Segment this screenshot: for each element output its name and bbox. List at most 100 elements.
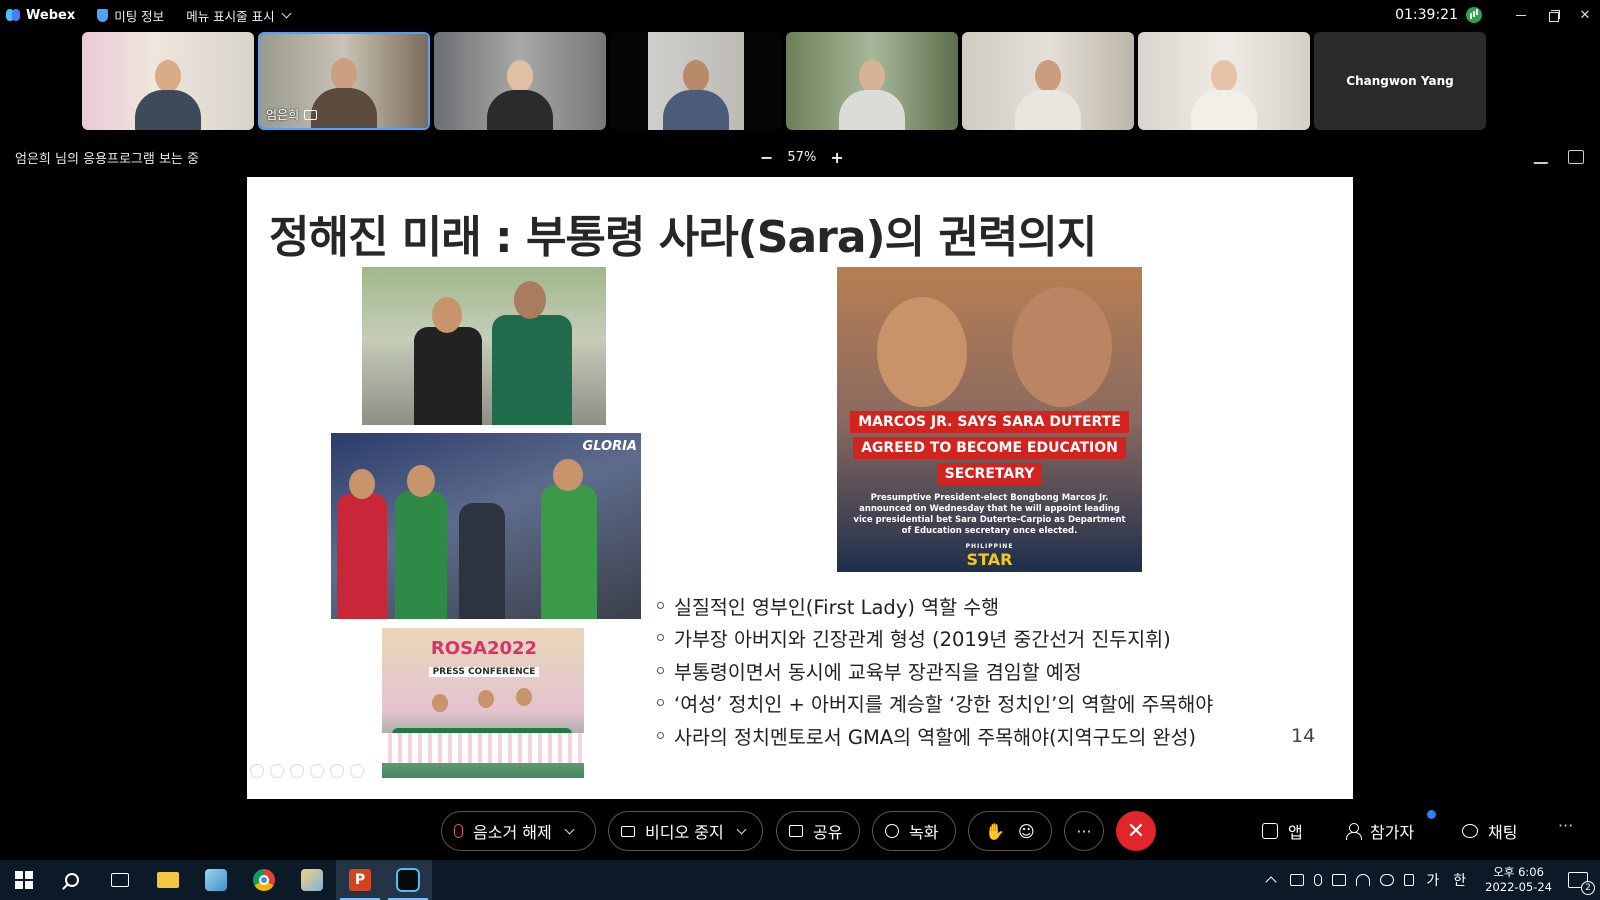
participant-name: Changwon Yang [1346, 74, 1454, 88]
app-icon [205, 869, 227, 891]
task-view-icon [111, 873, 129, 887]
slides-grid-icon[interactable] [310, 764, 324, 778]
participants-label: 참가자 [1370, 823, 1415, 842]
chrome-button[interactable] [240, 860, 288, 900]
slide-bullet-list: 실질적인 영부인(First Lady) 역할 수행 가부장 아버지와 긴장관계… [657, 589, 1213, 752]
powerpoint-button[interactable]: P [336, 860, 384, 900]
more-options-button[interactable]: ··· [1064, 811, 1104, 851]
popout-icon[interactable] [1568, 150, 1584, 164]
news-headline-2: AGREED TO BECOME EDUCATION [853, 437, 1126, 459]
participant-video-tile[interactable] [1138, 32, 1310, 130]
news-body: Presumptive President-elect Bongbong Mar… [853, 493, 1126, 536]
participant-name-tile[interactable]: Changwon Yang [1314, 32, 1486, 130]
end-meeting-button[interactable]: ✕ [1116, 811, 1156, 851]
show-menu-bar-label: 메뉴 표시줄 표시 [186, 8, 275, 24]
title-bar: Webex 미팅 정보 메뉴 표시줄 표시 01:39:21 ✕ [0, 0, 1600, 30]
restore-button[interactable] [1538, 0, 1568, 30]
raise-hand-icon[interactable]: ✋ [985, 822, 1005, 841]
search-button[interactable] [48, 860, 96, 900]
webex-taskbar-button[interactable] [384, 860, 432, 900]
participant-video-tile[interactable] [962, 32, 1134, 130]
viewing-share-text: 엄은희 님의 응용프로그램 보는 중 [15, 151, 199, 167]
participant-video-tile[interactable] [82, 32, 254, 130]
participant-video-tile[interactable] [786, 32, 958, 130]
press-banner-text: ROSA2022 [430, 638, 538, 659]
paint-icon [301, 869, 323, 891]
photo-campaign-stage: GLORIA [331, 433, 641, 619]
webex-icon [396, 868, 420, 892]
photo-duterte-and-sara [362, 267, 606, 425]
record-icon [885, 824, 899, 838]
folder-icon [157, 872, 179, 888]
start-button[interactable] [0, 860, 48, 900]
news-source-logo: PHILIPPINE STAR [965, 543, 1014, 569]
share-label: 공유 [813, 823, 843, 842]
notification-count: 2 [1581, 881, 1595, 895]
minimize-button[interactable] [1506, 0, 1536, 30]
next-slide-icon[interactable] [270, 764, 284, 778]
close-window-button[interactable]: ✕ [1570, 0, 1600, 30]
paint-button[interactable] [288, 860, 336, 900]
meeting-info-button[interactable]: 미팅 정보 [97, 6, 164, 25]
ime-mode[interactable]: 한 [1453, 870, 1466, 890]
stop-video-button[interactable]: 비디오 중지 [608, 811, 763, 851]
annotate-icon[interactable] [1533, 150, 1553, 164]
apps-button[interactable]: 앱 [1262, 819, 1303, 843]
chat-button[interactable]: 채팅 [1462, 819, 1517, 843]
stop-video-label: 비디오 중지 [645, 823, 724, 842]
participant-video-tile-active[interactable]: 엄은희 [258, 32, 430, 130]
system-date: 2022-05-24 [1485, 880, 1552, 894]
show-hidden-icons-button[interactable] [1265, 876, 1278, 888]
photo-news-card: MARCOS JR. SAYS SARA DUTERTE AGREED TO B… [837, 267, 1142, 572]
zoom-level: 57% [787, 149, 817, 165]
chevron-down-icon [736, 824, 747, 834]
search-icon [65, 873, 79, 887]
clock-date[interactable]: 오후 6:06 2022-05-24 [1485, 865, 1552, 895]
news-headline-1: MARCOS JR. SAYS SARA DUTERTE [850, 411, 1129, 433]
more-options-icon[interactable] [350, 764, 364, 778]
overflow-menu-button[interactable]: ··· [1558, 816, 1573, 835]
photo-press-conference: ROSA2022 PRESS CONFERENCE [382, 628, 584, 778]
mic-off-icon [454, 824, 463, 838]
ime-language[interactable]: 가 [1426, 870, 1439, 890]
pen-icon[interactable] [290, 764, 304, 778]
bullet-item: ‘여성’ 정치인 + 아버지를 계승할 ‘강한 정치인’의 역할에 주목해야 [657, 687, 1213, 720]
meeting-timer: 01:39:21 [1395, 7, 1458, 23]
windows-taskbar: P 가 한 오후 6:06 2022-05-24 2 [0, 860, 1600, 900]
unmute-button[interactable]: 음소거 해제 [441, 811, 596, 851]
network-health-icon[interactable] [1466, 7, 1482, 23]
wifi-icon[interactable] [1356, 874, 1371, 886]
zoom-out-button[interactable]: − [760, 148, 773, 167]
record-button[interactable]: 녹화 [872, 811, 956, 851]
share-status-bar: 엄은희 님의 응용프로그램 보는 중 − 57% + [0, 142, 1600, 172]
apps-label: 앱 [1288, 823, 1303, 842]
previous-slide-icon[interactable] [250, 764, 264, 778]
battery-icon[interactable] [1332, 874, 1347, 886]
zoom-icon[interactable] [330, 764, 344, 778]
participant-video-tile[interactable] [434, 32, 606, 130]
chevron-down-icon [281, 8, 292, 18]
zoom-in-button[interactable]: + [830, 148, 843, 167]
show-menu-bar-button[interactable]: 메뉴 표시줄 표시 [186, 6, 292, 25]
bullet-item: 실질적인 영부인(First Lady) 역할 수행 [657, 589, 1213, 622]
reactions-icon[interactable]: ☺ [1018, 822, 1035, 841]
file-explorer-button[interactable] [144, 860, 192, 900]
camera-tray-icon[interactable] [1290, 874, 1305, 886]
participants-button[interactable]: 참가자 [1346, 819, 1414, 843]
participants-notification-dot [1427, 810, 1436, 819]
task-view-button[interactable] [96, 860, 144, 900]
microphone-tray-icon[interactable] [1314, 874, 1323, 886]
slide-page-number: 14 [1291, 725, 1316, 747]
share-button[interactable]: 공유 [776, 811, 860, 851]
volume-icon[interactable] [1404, 874, 1415, 886]
meeting-controls: 음소거 해제 비디오 중지 공유 녹화 ✋ ☺ ··· ✕ 앱 참가자 채팅 ·… [0, 800, 1600, 860]
notification-center-button[interactable]: 2 [1568, 872, 1595, 895]
bullet-item: 가부장 아버지와 긴장관계 형성 (2019년 중간선거 진두지휘) [657, 622, 1213, 655]
app-name: Webex [26, 7, 76, 23]
participants-icon [1346, 823, 1362, 840]
taskbar-app-button[interactable] [192, 860, 240, 900]
webex-logo: Webex [6, 8, 75, 23]
participant-video-tile[interactable] [610, 32, 782, 130]
participant-name: 엄은희 [266, 106, 318, 123]
onedrive-icon[interactable] [1380, 874, 1395, 886]
